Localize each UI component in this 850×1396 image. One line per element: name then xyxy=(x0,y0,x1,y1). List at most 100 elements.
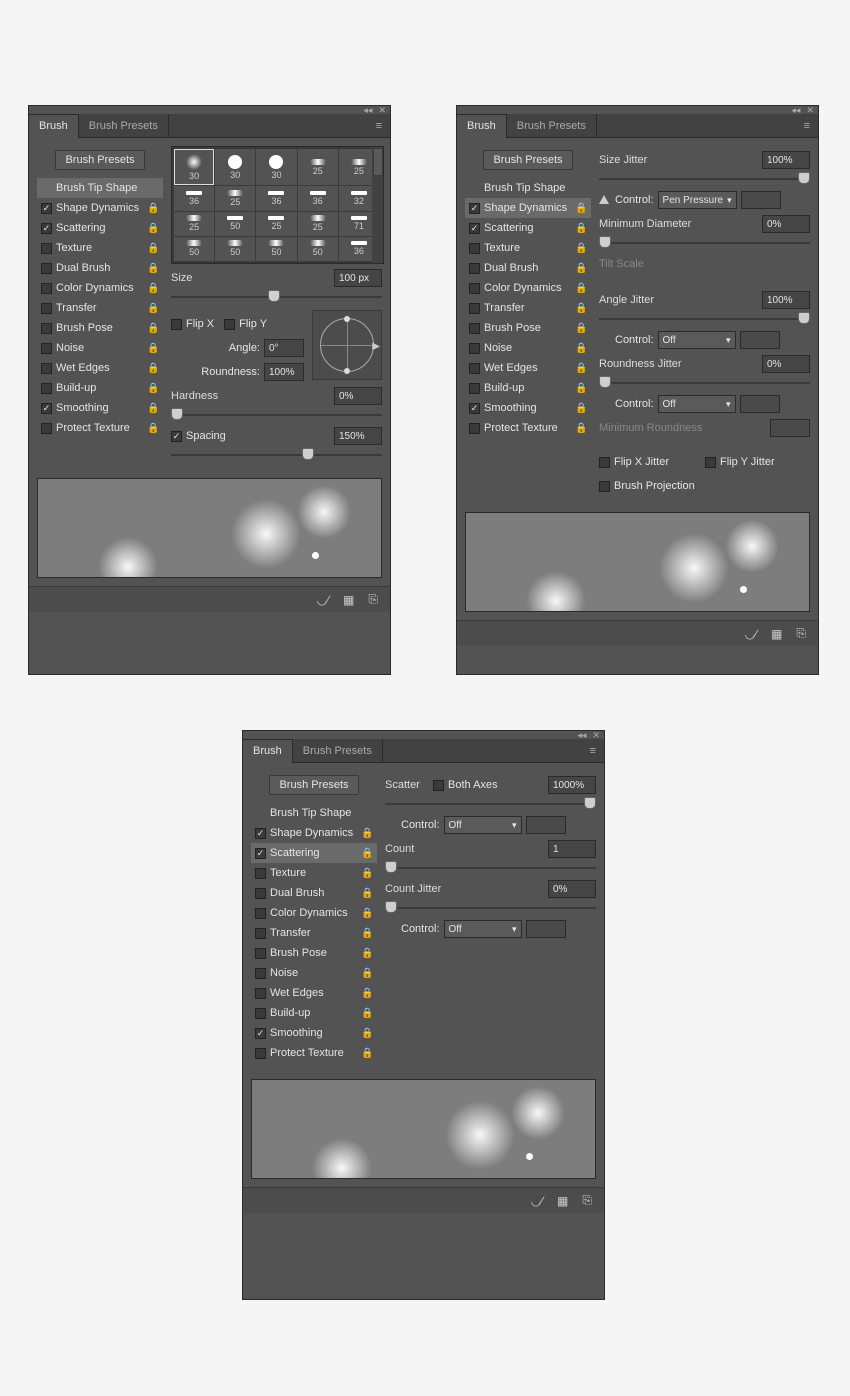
option-color-dynamics[interactable]: Color Dynamics🔒 xyxy=(37,278,163,298)
option-build-up[interactable]: Build-up🔒 xyxy=(251,1003,377,1023)
option-checkbox[interactable] xyxy=(255,1028,266,1039)
control-dropdown[interactable]: Off xyxy=(444,920,522,938)
lock-icon[interactable]: 🔒 xyxy=(575,323,587,334)
tab-brush-presets[interactable]: Brush Presets xyxy=(293,739,383,763)
brush-preset-cell[interactable]: 25 xyxy=(298,149,338,185)
brush-preset-cell[interactable]: 36 xyxy=(298,186,338,210)
option-checkbox[interactable] xyxy=(255,1048,266,1059)
lock-icon[interactable]: 🔒 xyxy=(575,263,587,274)
option-shape-dynamics[interactable]: Shape Dynamics🔒 xyxy=(251,823,377,843)
brush-preset-cell[interactable]: 50 xyxy=(174,237,214,261)
option-checkbox[interactable] xyxy=(469,303,480,314)
option-checkbox[interactable] xyxy=(469,423,480,434)
flip-y-jitter-checkbox[interactable] xyxy=(705,457,716,468)
min-diameter-slider[interactable] xyxy=(599,236,810,250)
lock-icon[interactable]: 🔒 xyxy=(147,323,159,334)
hardness-input[interactable]: 0% xyxy=(334,387,382,405)
flip-x-checkbox[interactable] xyxy=(171,319,182,330)
option-checkbox[interactable] xyxy=(41,343,52,354)
option-wet-edges[interactable]: Wet Edges🔒 xyxy=(251,983,377,1003)
option-transfer[interactable]: Transfer🔒 xyxy=(251,923,377,943)
brush-preset-grid[interactable]: 3030302525362536363225502525715050505036 xyxy=(171,146,382,264)
lock-icon[interactable]: 🔒 xyxy=(575,343,587,354)
count-input[interactable]: 1 xyxy=(548,840,596,858)
panel-menu-icon[interactable]: ≡ xyxy=(368,120,390,132)
option-transfer[interactable]: Transfer🔒 xyxy=(37,298,163,318)
spacing-input[interactable]: 150% xyxy=(334,427,382,445)
control-dropdown[interactable]: Off xyxy=(658,395,736,413)
count-slider[interactable] xyxy=(385,861,596,875)
roundness-jitter-input[interactable]: 0% xyxy=(762,355,810,373)
brush-tip-shape-row[interactable]: Brush Tip Shape xyxy=(37,178,163,198)
option-scattering[interactable]: Scattering🔒 xyxy=(465,218,591,238)
option-checkbox[interactable] xyxy=(469,323,480,334)
option-checkbox[interactable] xyxy=(469,203,480,214)
option-checkbox[interactable] xyxy=(41,303,52,314)
lock-icon[interactable]: 🔒 xyxy=(361,908,373,919)
collapse-icon[interactable]: ◂◂ xyxy=(363,105,372,116)
count-jitter-slider[interactable] xyxy=(385,901,596,915)
brush-preset-cell[interactable]: 30 xyxy=(215,149,255,185)
toggle-preview-icon[interactable]: ◡∕ xyxy=(317,593,329,607)
option-checkbox[interactable] xyxy=(41,363,52,374)
panel-menu-icon[interactable]: ≡ xyxy=(582,745,604,757)
option-checkbox[interactable] xyxy=(469,403,480,414)
option-checkbox[interactable] xyxy=(41,383,52,394)
lock-icon[interactable]: 🔒 xyxy=(575,363,587,374)
collapse-icon[interactable]: ◂◂ xyxy=(577,730,586,741)
lock-icon[interactable]: 🔒 xyxy=(575,223,587,234)
option-build-up[interactable]: Build-up🔒 xyxy=(465,378,591,398)
spacing-checkbox[interactable] xyxy=(171,431,182,442)
option-checkbox[interactable] xyxy=(41,203,52,214)
scrollbar-thumb[interactable] xyxy=(373,148,383,176)
option-protect-texture[interactable]: Protect Texture🔒 xyxy=(37,418,163,438)
panel-menu-icon[interactable]: ≡ xyxy=(796,120,818,132)
option-checkbox[interactable] xyxy=(255,828,266,839)
tab-brush[interactable]: Brush xyxy=(29,114,79,138)
brush-presets-button[interactable]: Brush Presets xyxy=(269,775,359,795)
option-checkbox[interactable] xyxy=(469,243,480,254)
toggle-preview-icon[interactable]: ◡∕ xyxy=(745,627,757,641)
new-preset-icon[interactable]: ▦ xyxy=(343,593,354,607)
lock-icon[interactable]: 🔒 xyxy=(147,303,159,314)
option-dual-brush[interactable]: Dual Brush🔒 xyxy=(37,258,163,278)
option-brush-pose[interactable]: Brush Pose🔒 xyxy=(251,943,377,963)
lock-icon[interactable]: 🔒 xyxy=(361,828,373,839)
close-icon[interactable]: ✕ xyxy=(592,730,600,741)
option-checkbox[interactable] xyxy=(255,988,266,999)
brush-preset-cell[interactable]: 30 xyxy=(174,149,214,185)
option-checkbox[interactable] xyxy=(41,323,52,334)
option-checkbox[interactable] xyxy=(41,283,52,294)
option-smoothing[interactable]: Smoothing🔒 xyxy=(37,398,163,418)
lock-icon[interactable]: 🔒 xyxy=(361,988,373,999)
option-dual-brush[interactable]: Dual Brush🔒 xyxy=(465,258,591,278)
brush-preset-cell[interactable]: 50 xyxy=(215,212,255,236)
option-scattering[interactable]: Scattering🔒 xyxy=(37,218,163,238)
flip-y-checkbox[interactable] xyxy=(224,319,235,330)
option-noise[interactable]: Noise🔒 xyxy=(251,963,377,983)
brush-preset-cell[interactable]: 25 xyxy=(256,212,296,236)
tab-brush[interactable]: Brush xyxy=(457,114,507,138)
option-checkbox[interactable] xyxy=(255,888,266,899)
spacing-slider[interactable] xyxy=(171,448,382,462)
brush-tip-shape-row[interactable]: Brush Tip Shape xyxy=(465,178,591,198)
scatter-input[interactable]: 1000% xyxy=(548,776,596,794)
lock-icon[interactable]: 🔒 xyxy=(361,888,373,899)
option-shape-dynamics[interactable]: Shape Dynamics🔒 xyxy=(37,198,163,218)
new-doc-icon[interactable]: ⎘ xyxy=(796,626,806,641)
brush-tip-shape-row[interactable]: Brush Tip Shape xyxy=(251,803,377,823)
option-scattering[interactable]: Scattering🔒 xyxy=(251,843,377,863)
lock-icon[interactable]: 🔒 xyxy=(147,363,159,374)
option-checkbox[interactable] xyxy=(255,1008,266,1019)
option-checkbox[interactable] xyxy=(469,363,480,374)
roundness-input[interactable]: 100% xyxy=(264,363,304,381)
lock-icon[interactable]: 🔒 xyxy=(575,303,587,314)
size-jitter-input[interactable]: 100% xyxy=(762,151,810,169)
lock-icon[interactable]: 🔒 xyxy=(575,243,587,254)
option-checkbox[interactable] xyxy=(41,223,52,234)
option-protect-texture[interactable]: Protect Texture🔒 xyxy=(251,1043,377,1063)
option-checkbox[interactable] xyxy=(41,423,52,434)
brush-preset-cell[interactable]: 25 xyxy=(298,212,338,236)
option-checkbox[interactable] xyxy=(469,263,480,274)
lock-icon[interactable]: 🔒 xyxy=(147,223,159,234)
